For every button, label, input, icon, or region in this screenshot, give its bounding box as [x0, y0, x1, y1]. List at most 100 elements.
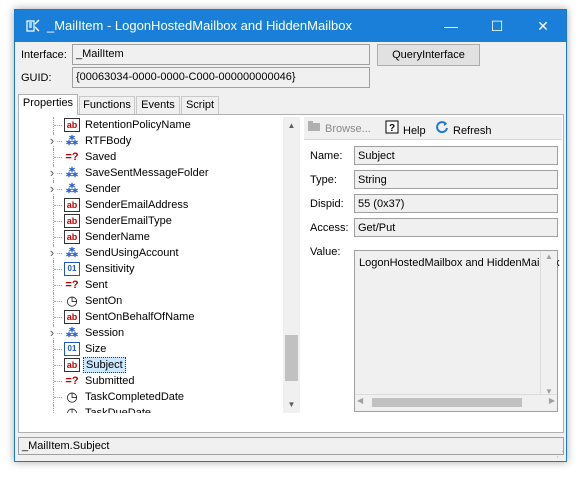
type-field[interactable]: String	[354, 170, 558, 189]
tree-item-label[interactable]: TaskCompletedDate	[83, 389, 186, 405]
expand-chevron-icon[interactable]: ›	[47, 166, 57, 179]
tree-item[interactable]: › ⁂ RTFBody	[21, 133, 266, 149]
help-button[interactable]: ? Help	[384, 120, 426, 137]
value-label: Value:	[310, 246, 341, 258]
tree-item[interactable]: › ⁂ SaveSentMessageFolder	[21, 165, 266, 181]
tree-item-label[interactable]: Session	[83, 325, 126, 341]
resize-grip-icon[interactable]: ⋰	[556, 450, 564, 459]
tree-connector	[54, 157, 62, 158]
tree-item-label[interactable]: SentOnBehalfOfName	[83, 309, 196, 325]
refresh-button[interactable]: Refresh	[434, 120, 492, 137]
tree-item-label[interactable]: Sender	[83, 181, 122, 197]
tree-item[interactable]: 01 Size	[21, 341, 266, 357]
value-textarea[interactable]: LogonHostedMailbox and HiddenMailbox ▲ ▼…	[354, 250, 560, 412]
guid-field[interactable]: {00063034-0000-0000-C000-000000000046}	[72, 67, 370, 88]
tree-item-label[interactable]: SentOn	[83, 293, 124, 309]
tree-connector	[54, 397, 62, 398]
tree-item[interactable]: =? Submitted	[21, 373, 266, 389]
tree-connector	[54, 125, 62, 126]
tab-properties[interactable]: Properties	[18, 94, 78, 115]
scroll-thumb[interactable]	[285, 335, 298, 381]
enum-icon: 01	[64, 342, 80, 356]
tree-item-label[interactable]: Submitted	[83, 373, 137, 389]
value-scroll-right-icon[interactable]: ▶	[549, 396, 555, 405]
tree-item-label[interactable]: SenderEmailType	[83, 213, 174, 229]
refresh-label: Refresh	[453, 125, 492, 137]
tree-item[interactable]: 01 Sensitivity	[21, 261, 266, 277]
title-bar[interactable]: _MailItem - LogonHostedMailbox and Hidde…	[15, 10, 566, 42]
value-scroll-up-icon[interactable]: ▲	[541, 252, 557, 261]
tree-item-label[interactable]: Sensitivity	[83, 261, 137, 277]
window-title: _MailItem - LogonHostedMailbox and Hidde…	[47, 18, 352, 33]
expand-chevron-icon[interactable]: ›	[47, 246, 57, 259]
close-button[interactable]: ✕	[520, 10, 566, 42]
tree-item-label[interactable]: SaveSentMessageFolder	[83, 165, 211, 181]
tree-item-label[interactable]: Subject	[83, 357, 126, 373]
tab-events[interactable]: Events	[136, 96, 180, 114]
boolean-icon: =?	[65, 375, 79, 387]
scroll-down-icon[interactable]: ▼	[283, 396, 300, 413]
tree-item-label[interactable]: Size	[83, 341, 108, 357]
tree-connector	[54, 317, 62, 318]
tree-item[interactable]: ◷ TaskCompletedDate	[21, 389, 266, 405]
value-hscroll-thumb[interactable]	[372, 398, 522, 407]
access-field[interactable]: Get/Put	[354, 218, 558, 237]
string-icon: ab	[64, 358, 80, 372]
tree-item[interactable]: ◷ TaskDueDate	[21, 405, 266, 413]
maximize-button[interactable]: ☐	[474, 10, 520, 42]
tree-item[interactable]: › ⁂ SendUsingAccount	[21, 245, 266, 261]
help-label: Help	[403, 125, 426, 137]
tree-item[interactable]: ◷ SentOn	[21, 293, 266, 309]
expand-chevron-icon[interactable]: ›	[47, 134, 57, 147]
interface-field[interactable]: _MailItem	[72, 44, 370, 65]
tree-item[interactable]: ab SenderEmailAddress	[21, 197, 266, 213]
datetime-icon: ◷	[66, 405, 78, 414]
tree-item[interactable]: › ⁂ Session	[21, 325, 266, 341]
tree-item[interactable]: ab SentOnBehalfOfName	[21, 309, 266, 325]
browse-label: Browse...	[325, 123, 371, 135]
tree-item[interactable]: =? Saved	[21, 149, 266, 165]
value-scroll-left-icon[interactable]: ◀	[357, 396, 363, 405]
tree-item-label[interactable]: TaskDueDate	[83, 405, 153, 413]
string-icon: ab	[64, 214, 80, 228]
tree-item-label[interactable]: RetentionPolicyName	[83, 117, 193, 133]
datetime-icon: ◷	[66, 389, 78, 404]
guid-label: GUID:	[21, 72, 52, 84]
tree-connector	[53, 405, 54, 413]
tree-item-label[interactable]: Saved	[83, 149, 118, 165]
tab-script[interactable]: Script	[181, 96, 219, 114]
tree-item[interactable]: ab RetentionPolicyName	[21, 117, 266, 133]
tree-item[interactable]: ab Subject	[21, 357, 266, 373]
tree-scrollbar[interactable]: ▲ ▼	[283, 117, 300, 413]
scroll-up-icon[interactable]: ▲	[283, 117, 300, 134]
datetime-icon: ◷	[66, 293, 78, 308]
property-tree[interactable]: ab RetentionPolicyName › ⁂ RTFBody =? Saved › ⁂ S…	[21, 117, 283, 413]
tree-item-label[interactable]: RTFBody	[83, 133, 133, 149]
enum-icon: 01	[64, 262, 80, 276]
value-vertical-scrollbar[interactable]: ▲ ▼	[540, 251, 557, 397]
dispid-field[interactable]: 55 (0x37)	[354, 194, 558, 213]
tree-item[interactable]: ab SenderEmailType	[21, 213, 266, 229]
query-interface-button[interactable]: QueryInterface	[377, 44, 480, 66]
tree-item-label[interactable]: SendUsingAccount	[83, 245, 181, 261]
expand-chevron-icon[interactable]: ›	[47, 182, 57, 195]
access-label: Access:	[310, 222, 349, 234]
name-field[interactable]: Subject	[354, 146, 558, 165]
tree-item-label[interactable]: SenderEmailAddress	[83, 197, 190, 213]
details-toolbar: Browse... ? Help Refresh	[304, 117, 562, 140]
minimize-button[interactable]: —	[428, 10, 474, 42]
tree-item-label[interactable]: Sent	[83, 277, 110, 293]
object-icon: ⁂	[66, 246, 78, 260]
browse-button[interactable]: Browse...	[306, 120, 371, 136]
main-window: _MailItem - LogonHostedMailbox and Hidde…	[14, 9, 567, 462]
string-icon: ab	[64, 198, 80, 212]
value-horizontal-scrollbar[interactable]: ◀ ▶	[355, 394, 557, 411]
tree-item-label[interactable]: SenderName	[83, 229, 152, 245]
expand-chevron-icon[interactable]: ›	[47, 326, 57, 339]
tree-item[interactable]: ab SenderName	[21, 229, 266, 245]
window-icon	[25, 18, 41, 34]
string-icon: ab	[64, 118, 80, 132]
tree-item[interactable]: › ⁂ Sender	[21, 181, 266, 197]
tree-item[interactable]: =? Sent	[21, 277, 266, 293]
tab-functions[interactable]: Functions	[79, 96, 135, 114]
